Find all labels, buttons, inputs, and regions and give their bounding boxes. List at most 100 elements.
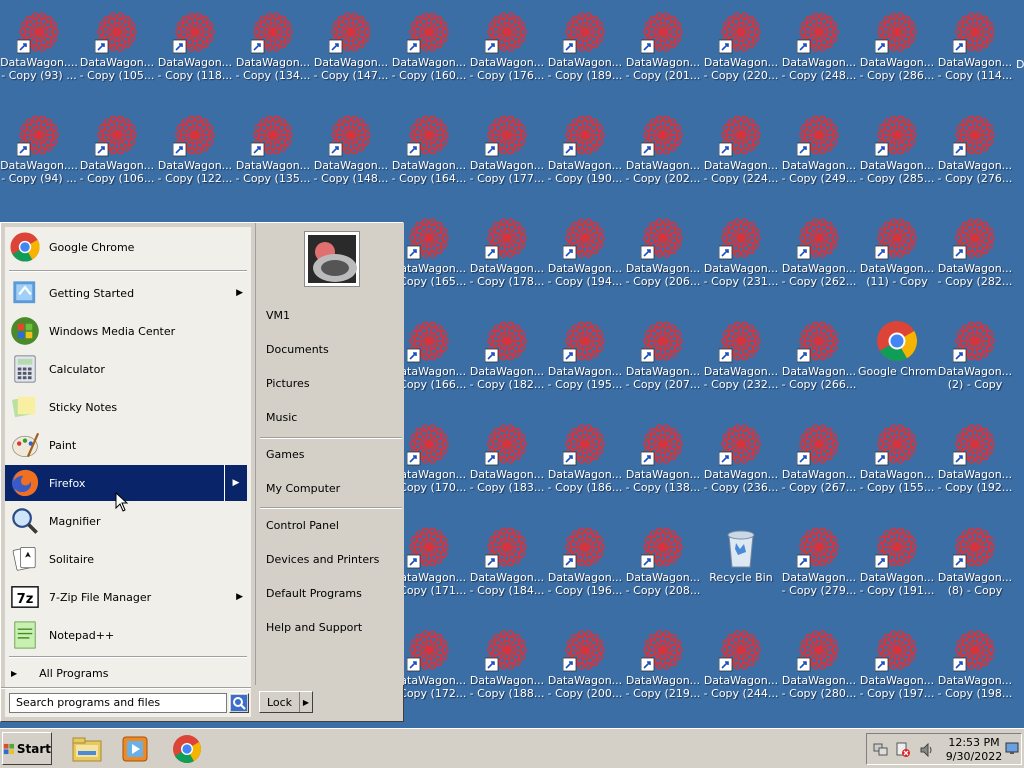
desktop-icon-datawagon-shortcut[interactable]: DataWagon... - Copy (201... [624,4,702,100]
desktop-icon-datawagon-shortcut[interactable]: DataWagon... - Copy (186... [546,416,624,512]
control-panel-link[interactable]: Control Panel [266,515,402,537]
desktop-icon-datawagon-shortcut[interactable]: DataWagon... - Copy (202... [624,107,702,203]
submenu-arrow-icon[interactable]: ▶ [236,288,243,298]
games-link[interactable]: Games [266,444,402,466]
desktop-icon-datawagon-shortcut[interactable]: DataWagon... - Copy (105... [78,4,156,100]
music-link[interactable]: Music [266,407,402,429]
desktop-icon-datawagon-shortcut[interactable]: DataWagon... - Copy (280... [780,622,858,718]
desktop-icon-datawagon-shortcut[interactable]: DataWagon... - Copy (224... [702,107,780,203]
all-programs-button[interactable]: ▶ All Programs [11,663,247,683]
desktop-icon-datawagon-shortcut[interactable]: DataWagon... - Copy (219... [624,622,702,718]
notepadpp-icon [14,621,36,649]
submenu-arrow-icon[interactable]: ▶ [224,465,247,501]
desktop-icon-datawagon-shortcut[interactable]: DataWagon... - Copy (244... [702,622,780,718]
volume-icon[interactable] [919,742,935,761]
desktop-icon-datawagon-shortcut[interactable]: DataWagon... - Copy (177... [468,107,546,203]
program-item-notepad-[interactable]: Notepad++ [5,617,247,653]
desktop-icon-datawagon-shortcut[interactable]: DataWagon... - Copy (248... [780,4,858,100]
desktop-icon-datawagon-shortcut[interactable]: DataWagon... - Copy (138... [624,416,702,512]
desktop-icon-datawagon-shortcut[interactable]: DataWagon.... - Copy (94) ... [0,107,78,203]
start-button[interactable]: Start [2,732,52,765]
desktop-icon-datawagon-shortcut[interactable]: DataWagon... - Copy (184... [468,519,546,615]
desktop-icon-datawagon-shortcut[interactable]: DataWagon... - Copy (200... [546,622,624,718]
pictures-link[interactable]: Pictures [266,373,402,395]
default-programs-link[interactable]: Default Programs [266,583,402,605]
taskbar-media-player-button[interactable] [118,733,152,765]
desktop-icon-datawagon-shortcut[interactable]: DataWagon... - Copy (236... [702,416,780,512]
show-desktop-icon[interactable] [1005,740,1019,759]
lock-options-arrow-icon[interactable]: ▶ [299,692,312,712]
desktop-icon-datawagon-shortcut[interactable]: DataWagon... - Copy (155... [858,416,936,512]
program-item-sticky-notes[interactable]: Sticky Notes [5,389,247,425]
desktop-icon-datawagon-shortcut[interactable]: DataWagon... (2) - Copy [936,313,1014,409]
desktop-icon-datawagon-shortcut[interactable]: DataWagon... - Copy (190... [546,107,624,203]
desktop-icon-datawagon-shortcut[interactable]: DataWagon... - Copy (192... [936,416,1014,512]
network-icon[interactable] [873,742,889,761]
desktop-icon-datawagon-shortcut[interactable]: DataWagon... - Copy (206... [624,210,702,306]
program-item-solitaire[interactable]: Solitaire [5,541,247,577]
user-picture[interactable] [304,231,360,287]
search-button[interactable] [229,693,249,713]
desktop-icon-datawagon-shortcut[interactable]: DataWagon... - Copy (285... [858,107,936,203]
desktop-icon-datawagon-shortcut[interactable]: DataWagon... - Copy (189... [546,4,624,100]
desktop-icon-datawagon-shortcut[interactable]: DataWagon... - Copy (282... [936,210,1014,306]
taskbar-explorer-button[interactable] [70,733,104,765]
desktop-icon-datawagon-shortcut[interactable]: DataWagon... - Copy (266... [780,313,858,409]
desktop-icon-datawagon-shortcut[interactable]: DataWagon... - Copy (114... [936,4,1014,100]
desktop-icon-datawagon-shortcut[interactable]: DataWagon... (11) - Copy [858,210,936,306]
action-center-icon[interactable] [895,742,911,761]
desktop-icon-datawagon-shortcut[interactable]: DataWagon... - Copy (147... [312,4,390,100]
desktop-icon-datawagon-shortcut[interactable]: DataWagon... - Copy (183... [468,416,546,512]
desktop-icon-datawagon-shortcut[interactable]: DataWagon... - Copy (118... [156,4,234,100]
desktop-icon-datawagon-shortcut[interactable]: DataWagon... - Copy (267... [780,416,858,512]
program-item-windows-media-center[interactable]: Windows Media Center [5,313,247,349]
program-item-getting-started[interactable]: Getting Started ▶ [5,275,247,311]
program-item-calculator[interactable]: Calculator [5,351,247,387]
desktop-icon-datawagon-shortcut[interactable]: DataWagon... - Copy (198... [936,622,1014,718]
desktop-icon-datawagon-shortcut[interactable]: DataWagon... (8) - Copy [936,519,1014,615]
desktop-icon-datawagon-shortcut[interactable]: DataWagon... - Copy (207... [624,313,702,409]
program-item-paint[interactable]: Paint [5,427,247,463]
user-folder-link[interactable]: VM1 [266,305,402,327]
program-item-7-zip-file-manager[interactable]: 7z 7-Zip File Manager ▶ [5,579,247,615]
desktop-icon-datawagon-shortcut[interactable]: DataWagon... - Copy (134... [234,4,312,100]
desktop-icon-datawagon-shortcut[interactable]: DataWagon... - Copy (191... [858,519,936,615]
desktop-icon-datawagon-shortcut[interactable]: DataWagon... - Copy (194... [546,210,624,306]
desktop-icon-datawagon-shortcut[interactable]: DataWagon... - Copy (232... [702,313,780,409]
desktop-icon-datawagon-shortcut[interactable]: DataWagon.... - Copy (93) ... [0,4,78,100]
desktop-icon-datawagon-shortcut[interactable]: DataWagon... - Copy (178... [468,210,546,306]
search-input[interactable]: Search programs and files [9,693,227,713]
desktop-icon-datawagon-shortcut[interactable]: DataWagon... - Copy (164... [390,107,468,203]
desktop-icon-datawagon-shortcut[interactable]: DataWagon... - Copy (208... [624,519,702,615]
documents-link[interactable]: Documents [266,339,402,361]
desktop-icon-datawagon-shortcut[interactable]: DataWagon... - Copy (231... [702,210,780,306]
desktop-icon-datawagon-shortcut[interactable]: DataWagon... - Copy (160... [390,4,468,100]
desktop-icon-datawagon-shortcut[interactable]: DataWagon... - Copy (135... [234,107,312,203]
desktop-icon-google-chrome[interactable]: Google Chrome [858,313,936,409]
clock[interactable]: 12:53 PM 9/30/2022 [941,736,1007,764]
desktop-icon-datawagon-shortcut[interactable]: DataWagon... - Copy (188... [468,622,546,718]
desktop-icon-datawagon-shortcut[interactable]: DataWagon... - Copy (196... [546,519,624,615]
desktop-icon-datawagon-shortcut[interactable]: DataWagon... - Copy (195... [546,313,624,409]
desktop-icon-partial[interactable]: D [1016,58,1024,72]
desktop-icon-datawagon-shortcut[interactable]: DataWagon... - Copy (276... [936,107,1014,203]
desktop-icon-datawagon-shortcut[interactable]: DataWagon... - Copy (122... [156,107,234,203]
desktop-icon-datawagon-shortcut[interactable]: DataWagon... - Copy (249... [780,107,858,203]
help-support-link[interactable]: Help and Support [266,617,402,639]
lock-button[interactable]: Lock ▶ [259,691,313,713]
desktop-icon-datawagon-shortcut[interactable]: DataWagon... - Copy (286... [858,4,936,100]
devices-printers-link[interactable]: Devices and Printers [266,549,402,571]
desktop-icon-datawagon-shortcut[interactable]: DataWagon... - Copy (176... [468,4,546,100]
desktop-icon-datawagon-shortcut[interactable]: DataWagon... - Copy (148... [312,107,390,203]
desktop-icon-recycle-bin[interactable]: Recycle Bin [702,519,780,615]
desktop-icon-datawagon-shortcut[interactable]: DataWagon... - Copy (106... [78,107,156,203]
desktop-icon-datawagon-shortcut[interactable]: DataWagon... - Copy (182... [468,313,546,409]
desktop-icon-datawagon-shortcut[interactable]: DataWagon... - Copy (197... [858,622,936,718]
desktop-icon-datawagon-shortcut[interactable]: DataWagon... - Copy (279... [780,519,858,615]
taskbar-chrome-button[interactable] [170,733,204,765]
desktop-icon-datawagon-shortcut[interactable]: DataWagon... - Copy (220... [702,4,780,100]
desktop-icon-datawagon-shortcut[interactable]: DataWagon... - Copy (262... [780,210,858,306]
submenu-arrow-icon[interactable]: ▶ [236,592,243,602]
my-computer-link[interactable]: My Computer [266,478,402,500]
pinned-google-chrome[interactable]: Google Chrome [5,229,247,265]
